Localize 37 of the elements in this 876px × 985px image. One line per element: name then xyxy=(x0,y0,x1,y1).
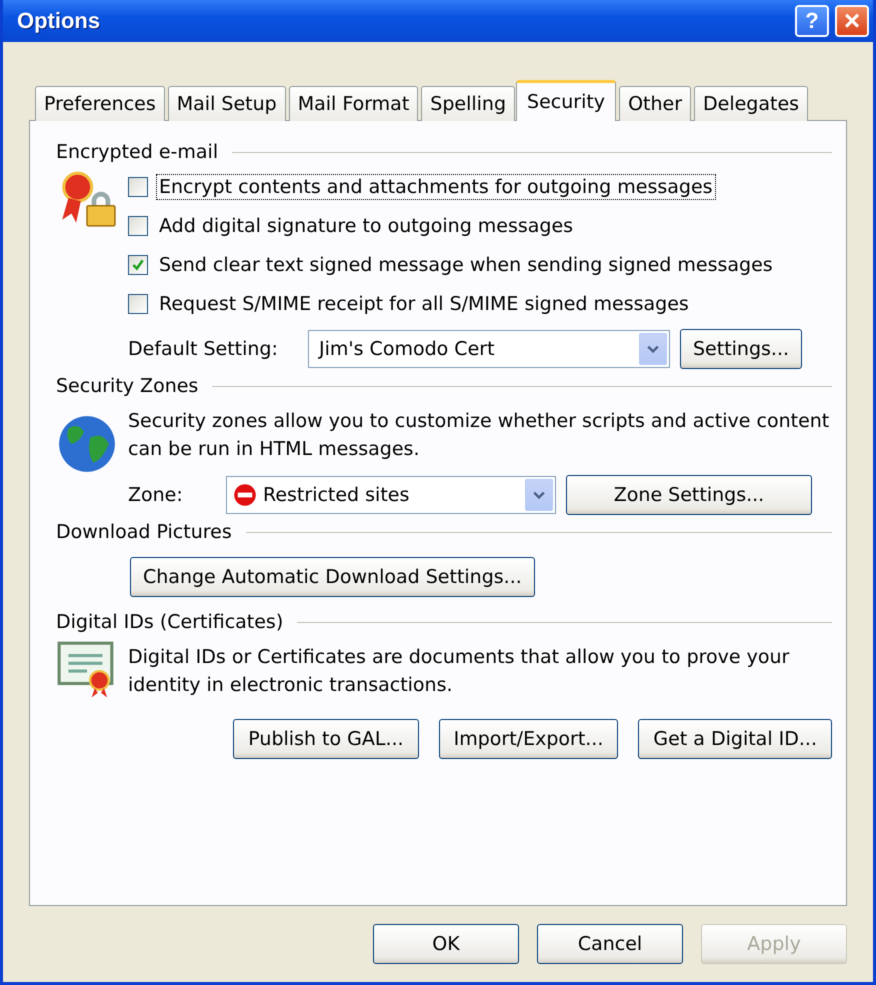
section-heading: Digital IDs (Certificates) xyxy=(56,611,284,633)
dialog-button[interactable]: Cancel xyxy=(537,924,683,964)
section-heading: Security Zones xyxy=(56,375,198,397)
checkbox[interactable] xyxy=(128,176,148,196)
default-setting-dropdown[interactable]: Jim's Comodo Cert xyxy=(308,330,670,368)
no-entry-icon xyxy=(233,483,257,507)
default-setting-label: Default Setting: xyxy=(128,338,279,360)
download-settings-button[interactable]: Change Automatic Download Settings... xyxy=(130,557,535,597)
description: Digital IDs or Certificates are documents that allow you to prove your identity in electronic transactions. xyxy=(128,645,790,698)
checkbox-label[interactable]: Encrypt contents and attachments for outgoing messages xyxy=(156,174,716,200)
checkbox-label[interactable]: Request S/MIME receipt for all S/MIME signed messages xyxy=(156,290,692,316)
tab[interactable]: Mail Format xyxy=(288,86,418,121)
tab[interactable]: Security xyxy=(516,80,616,121)
settings-button[interactable]: Settings... xyxy=(680,329,802,369)
zone-label: Zone: xyxy=(128,484,184,506)
id-button[interactable]: Get a Digital ID... xyxy=(638,719,832,759)
zone-settings-button[interactable]: Zone Settings... xyxy=(566,475,812,515)
checkbox-label[interactable]: Add digital signature to outgoing messages xyxy=(156,212,576,238)
id-button[interactable]: Publish to GAL... xyxy=(233,719,419,759)
tab[interactable]: Mail Setup xyxy=(168,86,286,121)
id-button[interactable]: Import/Export... xyxy=(438,719,618,759)
checkbox[interactable] xyxy=(128,216,148,236)
window-title: Options xyxy=(17,8,102,34)
checkbox-label[interactable]: Send clear text signed message when sending signed messages xyxy=(156,252,776,278)
tab[interactable]: Spelling xyxy=(421,86,516,121)
zone-dropdown[interactable]: Restricted sites xyxy=(226,476,556,514)
tab[interactable]: Other xyxy=(619,86,692,121)
dialog-button[interactable]: OK xyxy=(373,924,519,964)
checkbox[interactable] xyxy=(128,294,148,314)
checkbox[interactable] xyxy=(128,254,148,274)
tab[interactable]: Delegates xyxy=(694,86,808,121)
section-heading: Encrypted e-mail xyxy=(56,141,218,163)
globe-icon xyxy=(56,413,118,475)
section-heading: Download Pictures xyxy=(56,521,232,543)
description: Security zones allow you to customize whether scripts and active content can be run in HTML messages. xyxy=(128,409,830,462)
checkmark-icon xyxy=(131,258,145,272)
tab[interactable]: Preferences xyxy=(35,86,165,121)
